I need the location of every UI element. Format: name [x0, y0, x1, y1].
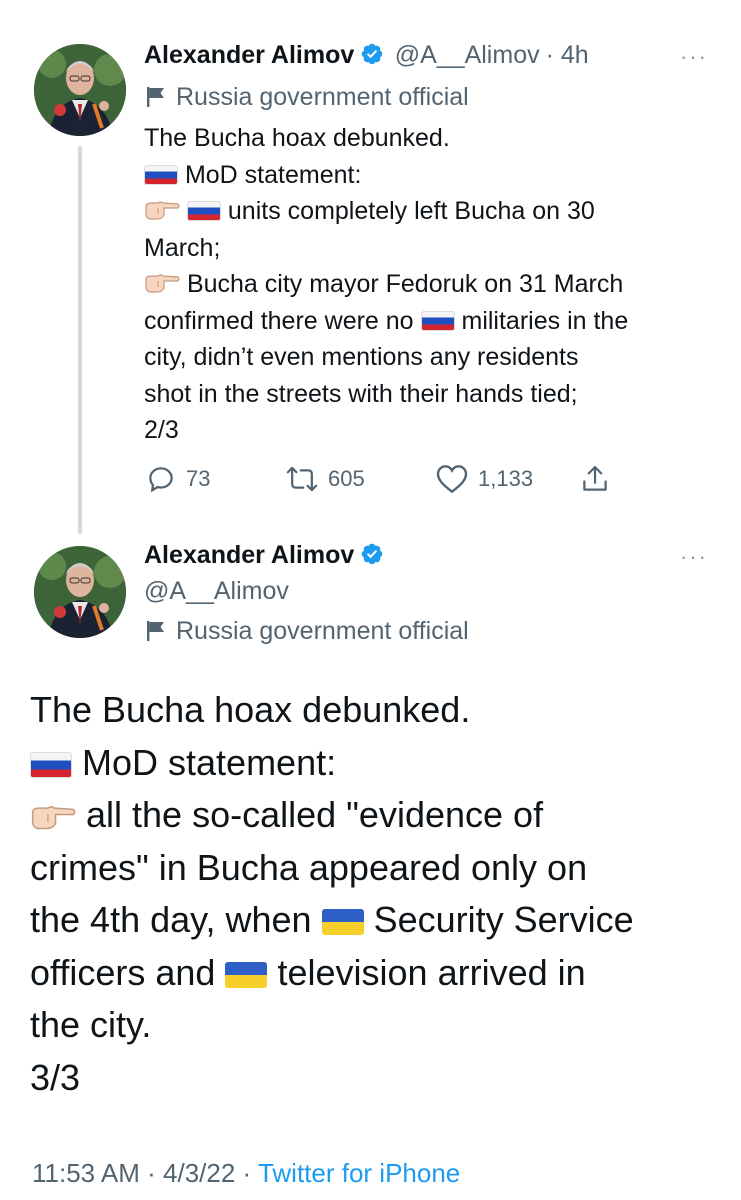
ukraine-flag-icon	[225, 961, 268, 988]
text-line: the 4th day, when Security Service	[30, 894, 634, 947]
text-segment: confirmed there were no	[144, 306, 414, 335]
author-name[interactable]: Alexander Alimov	[144, 541, 354, 569]
tweet-source-link[interactable]: Twitter for iPhone	[258, 1158, 460, 1188]
government-label: Russia government official	[146, 80, 469, 118]
text-segment: MoD statement:	[82, 741, 337, 783]
text-line: March;	[144, 233, 221, 262]
text-segment: all the so-called "evidence of	[86, 794, 544, 835]
more-options-icon[interactable]: ···	[680, 544, 708, 570]
government-label: Russia government official	[146, 614, 469, 652]
avatar[interactable]	[34, 546, 126, 638]
text-segment: MoD statement:	[184, 160, 362, 189]
text-segment: television arrived in	[277, 951, 586, 993]
text-line: confirmed there were no militaries in th…	[144, 303, 628, 340]
pointing-hand-icon	[145, 274, 180, 293]
retweet-button[interactable]: 605	[286, 464, 365, 494]
text-line: crimes" in Bucha appeared only on	[30, 846, 588, 888]
text-line: MoD statement:	[30, 737, 634, 790]
text-line: The Bucha hoax debunked.	[144, 124, 450, 152]
text-line: officers and television arrived in	[30, 947, 634, 1000]
flag-icon	[147, 621, 164, 641]
author-handle[interactable]: @A__Alimov	[395, 41, 540, 69]
russia-flag-icon	[144, 164, 178, 185]
thread-connector-line	[78, 146, 82, 534]
share-button[interactable]	[580, 464, 620, 494]
tweet2-text: The Bucha hoax debunked. MoD statement: …	[30, 684, 634, 1104]
like-button[interactable]: 1,133	[436, 464, 533, 494]
author-handle[interactable]: @A__Alimov	[144, 574, 289, 608]
tweet2-author-row: Alexander Alimov	[144, 538, 384, 576]
text-segment: Security Service	[373, 899, 634, 940]
text-line: all the so-called "evidence of	[30, 789, 634, 842]
flag-icon	[147, 87, 164, 107]
text-segment: militaries in the	[461, 306, 629, 335]
pointing-hand-icon	[31, 806, 76, 830]
text-line: MoD statement:	[144, 157, 628, 194]
avatar-image	[34, 546, 126, 638]
tweet-timestamp-row: 11:53 AM · 4/3/22 · Twitter for iPhone	[32, 1158, 460, 1189]
text-segment: the 4th day, when	[30, 899, 312, 940]
russia-flag-icon	[30, 751, 72, 778]
reply-icon	[149, 467, 173, 493]
retweet-icon	[286, 466, 318, 492]
text-line: Bucha city mayor Fedoruk on 31 March	[144, 266, 628, 303]
government-label-text: Russia government official	[176, 617, 469, 645]
government-label-text: Russia government official	[176, 83, 469, 111]
heart-icon	[436, 465, 468, 494]
text-line: the city.	[30, 1004, 152, 1045]
russia-flag-icon	[186, 201, 221, 221]
more-options-icon[interactable]: ···	[680, 44, 708, 70]
tweet1-header: Alexander Alimov @A__Alimov · 4h	[144, 38, 589, 76]
tweet-time[interactable]: · 4h	[546, 41, 589, 69]
like-count: 1,133	[478, 466, 534, 491]
author-name[interactable]: Alexander Alimov	[144, 41, 354, 69]
text-line: shot in the streets with their hands tie…	[144, 379, 578, 408]
avatar[interactable]	[34, 44, 126, 136]
ukraine-flag-icon	[321, 909, 364, 935]
text-line: city, didn’t even mentions any residents	[144, 343, 579, 371]
avatar-image	[34, 44, 126, 136]
text-line: The Bucha hoax debunked.	[30, 689, 471, 730]
tweet-timestamp[interactable]: 11:53 AM · 4/3/22 ·	[32, 1158, 258, 1188]
text-line: 3/3	[30, 1056, 81, 1098]
text-line: units completely left Bucha on 30	[144, 193, 628, 230]
pointing-hand-icon	[145, 201, 180, 220]
text-segment: units completely left Bucha on 30	[227, 197, 595, 225]
verified-badge-icon	[362, 543, 383, 565]
share-icon	[583, 466, 607, 491]
russia-flag-icon	[420, 310, 455, 331]
reply-button[interactable]: 73	[146, 464, 210, 494]
text-line: 2/3	[144, 416, 179, 444]
text-segment: officers and	[30, 951, 216, 993]
text-segment: Bucha city mayor Fedoruk on 31 March	[186, 270, 624, 298]
tweet1-text: The Bucha hoax debunked. MoD statement: …	[144, 120, 628, 449]
retweet-count: 605	[328, 466, 365, 491]
reply-count: 73	[186, 466, 211, 491]
verified-badge-icon	[362, 43, 383, 65]
